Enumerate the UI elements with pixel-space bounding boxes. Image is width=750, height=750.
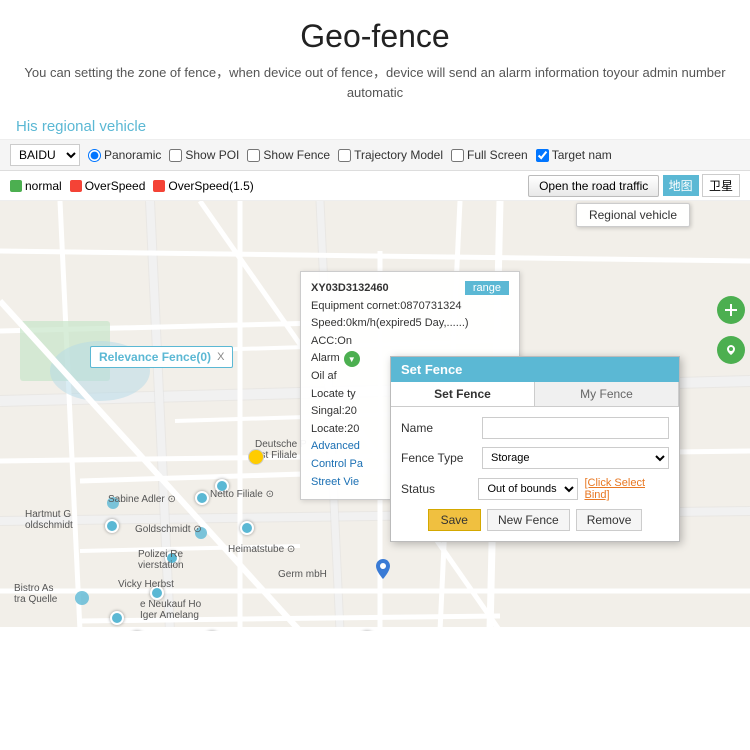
speed-info: Speed:0km/h(expired5 Day,......) bbox=[311, 315, 509, 333]
full-screen-label: Full Screen bbox=[467, 148, 528, 162]
overspeed-15-label: OverSpeed(1.5) bbox=[168, 179, 253, 193]
panoramic-radio[interactable] bbox=[88, 149, 101, 162]
legend-overspeed: OverSpeed bbox=[70, 179, 146, 193]
map-container[interactable]: Regional vehicle Hartmut Goldschmidt Sab… bbox=[0, 201, 750, 631]
toolbar: BAIDU Panoramic Show POI Show Fence Traj… bbox=[0, 140, 750, 171]
set-fence-body: Name Fence Type Storage Status Out of bo… bbox=[391, 407, 679, 541]
circle-icon-3 bbox=[75, 591, 89, 605]
green-marker-btn[interactable] bbox=[717, 296, 745, 324]
trajectory-label: Trajectory Model bbox=[354, 148, 443, 162]
location-dot-7 bbox=[110, 611, 124, 625]
trajectory-model-item[interactable]: Trajectory Model bbox=[338, 148, 443, 162]
green-marker-btn-2[interactable] bbox=[717, 336, 745, 364]
show-fence-item[interactable]: Show Fence bbox=[247, 148, 330, 162]
map-pin bbox=[376, 559, 390, 584]
ditu-button[interactable]: 地图 bbox=[663, 175, 699, 196]
overspeed-label: OverSpeed bbox=[85, 179, 146, 193]
alarm-arrow-icon[interactable] bbox=[344, 351, 360, 367]
marker-icon-2 bbox=[724, 343, 738, 357]
alarm-label: Alarm bbox=[311, 350, 340, 368]
map-controls-right: Open the road traffic 地图 卫星 bbox=[528, 174, 740, 197]
save-button[interactable]: Save bbox=[428, 509, 481, 531]
trajectory-checkbox[interactable] bbox=[338, 149, 351, 162]
target-name-label: Target nam bbox=[552, 148, 612, 162]
equipment-info: Equipment cornet:0870731324 bbox=[311, 298, 509, 316]
circle-icon-1 bbox=[107, 497, 119, 509]
device-id: XY03D3132460 bbox=[311, 280, 389, 298]
set-fence-header: Set Fence bbox=[391, 357, 679, 382]
location-dot-4 bbox=[165, 551, 179, 565]
tab-set-fence[interactable]: Set Fence bbox=[391, 382, 535, 406]
panoramic-label: Panoramic bbox=[104, 148, 161, 162]
acc-info: ACC:On bbox=[311, 333, 509, 351]
full-screen-item[interactable]: Full Screen bbox=[451, 148, 528, 162]
location-dot-6 bbox=[150, 586, 164, 600]
fence-actions: Save New Fence Remove bbox=[401, 509, 669, 531]
fence-type-row: Fence Type Storage bbox=[401, 447, 669, 469]
page-title: Geo-fence bbox=[20, 18, 730, 55]
new-fence-button[interactable]: New Fence bbox=[487, 509, 570, 531]
status-label: Status bbox=[401, 482, 472, 496]
regional-vehicle-text: Regional vehicle bbox=[589, 208, 677, 222]
location-dot-3 bbox=[215, 479, 229, 493]
full-screen-checkbox[interactable] bbox=[451, 149, 464, 162]
control-link[interactable]: Control Pa bbox=[311, 458, 363, 470]
info-header: XY03D3132460 range bbox=[311, 280, 509, 298]
location-dot-1 bbox=[195, 491, 209, 505]
target-name-checkbox[interactable] bbox=[536, 149, 549, 162]
street-link[interactable]: Street Vie bbox=[311, 476, 359, 488]
circle-icon-2 bbox=[195, 527, 207, 539]
set-fence-dialog: Set Fence Set Fence My Fence Name Fence … bbox=[390, 356, 680, 542]
show-poi-label: Show POI bbox=[185, 148, 239, 162]
fence-type-label: Fence Type bbox=[401, 451, 476, 465]
status-row: Status Out of bounds [Click Select Bind] bbox=[401, 477, 669, 501]
weixing-button[interactable]: 卫星 bbox=[702, 174, 740, 197]
name-input[interactable] bbox=[482, 417, 669, 439]
show-fence-checkbox[interactable] bbox=[247, 149, 260, 162]
normal-label: normal bbox=[25, 179, 62, 193]
show-poi-checkbox[interactable] bbox=[169, 149, 182, 162]
close-fence-button[interactable]: X bbox=[217, 351, 224, 363]
relevance-fence-label: Relevance Fence(0) bbox=[99, 350, 211, 364]
regional-label: His regional vehicle bbox=[0, 112, 750, 140]
legend-overspeed-15: OverSpeed(1.5) bbox=[153, 179, 253, 193]
advanced-link[interactable]: Advanced bbox=[311, 440, 360, 452]
fence-type-select[interactable]: Storage bbox=[482, 447, 669, 469]
remove-button[interactable]: Remove bbox=[576, 509, 643, 531]
deutsche-post-icon bbox=[248, 449, 264, 465]
set-fence-tabs: Set Fence My Fence bbox=[391, 382, 679, 407]
status-select[interactable]: Out of bounds bbox=[478, 478, 578, 500]
regional-vehicle-popup: Regional vehicle bbox=[576, 203, 690, 227]
normal-dot bbox=[10, 180, 22, 192]
legend-bar: normal OverSpeed OverSpeed(1.5) Open the… bbox=[0, 171, 750, 201]
fence-name-row: Name bbox=[401, 417, 669, 439]
location-dot-5 bbox=[240, 521, 254, 535]
click-select-link[interactable]: [Click Select Bind] bbox=[584, 477, 669, 501]
panoramic-item[interactable]: Panoramic bbox=[88, 148, 161, 162]
target-name-item[interactable]: Target nam bbox=[536, 148, 612, 162]
range-button[interactable]: range bbox=[465, 281, 509, 295]
page-header: Geo-fence You can setting the zone of fe… bbox=[0, 0, 750, 112]
header-description: You can setting the zone of fence，when d… bbox=[20, 63, 730, 102]
tab-my-fence[interactable]: My Fence bbox=[535, 382, 679, 406]
overspeed-15-dot bbox=[153, 180, 165, 192]
show-poi-item[interactable]: Show POI bbox=[169, 148, 239, 162]
baidu-select[interactable]: BAIDU bbox=[10, 144, 80, 166]
marker-icon bbox=[724, 303, 738, 317]
show-fence-label: Show Fence bbox=[263, 148, 330, 162]
overspeed-dot bbox=[70, 180, 82, 192]
relevance-fence-box[interactable]: Relevance Fence(0) X bbox=[90, 346, 233, 368]
name-label: Name bbox=[401, 421, 476, 435]
location-dot-2 bbox=[105, 519, 119, 533]
open-road-button[interactable]: Open the road traffic bbox=[528, 175, 659, 197]
legend-normal: normal bbox=[10, 179, 62, 193]
